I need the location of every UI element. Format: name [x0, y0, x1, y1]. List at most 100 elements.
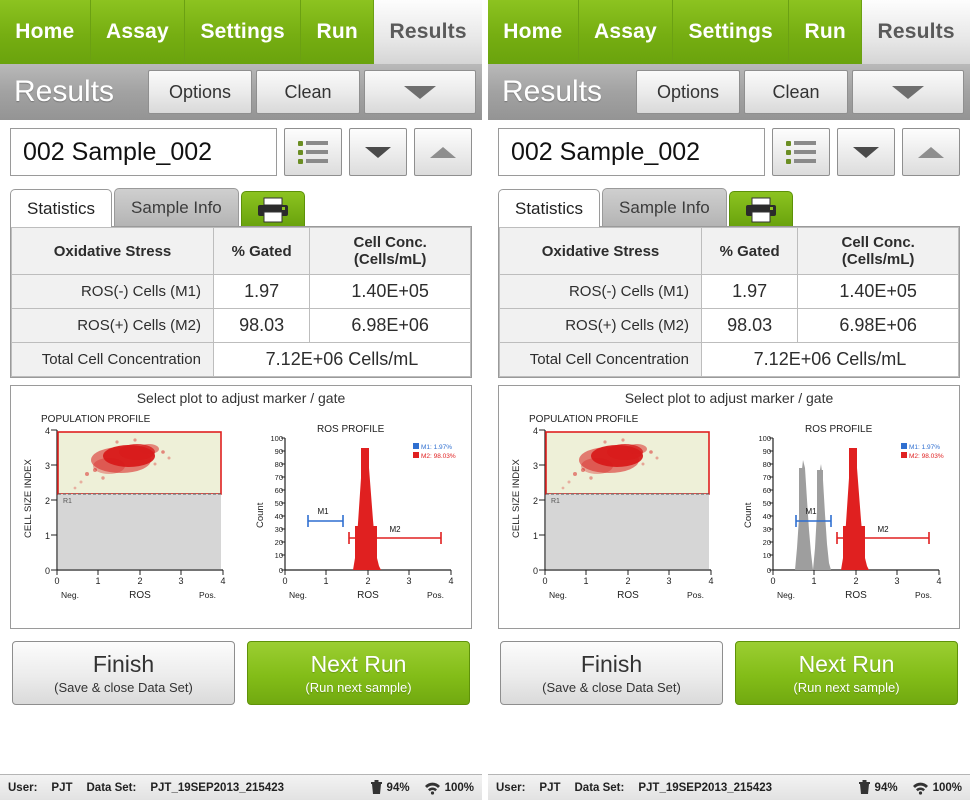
nav-item-results-2[interactable]: Results	[862, 0, 970, 64]
nav-item-run[interactable]: Run	[301, 0, 375, 64]
svg-text:POPULATION PROFILE: POPULATION PROFILE	[529, 414, 639, 425]
svg-text:0: 0	[770, 576, 775, 586]
options-label: Options	[168, 81, 232, 102]
finish-button[interactable]: Finish (Save & close Data Set)	[12, 641, 235, 705]
wifi-icon	[912, 782, 928, 795]
clean-label: Clean	[772, 81, 820, 102]
nav-item-assay[interactable]: Assay	[90, 0, 186, 64]
options-button[interactable]: Options	[148, 70, 252, 114]
table-row: ROS(-) Cells (M1) 1.97 1.40E+05	[11, 274, 471, 309]
svg-text:0: 0	[533, 566, 538, 576]
nav-label: Assay	[106, 20, 169, 43]
svg-text:1: 1	[45, 531, 50, 541]
sample-prev-button-2[interactable]	[837, 128, 895, 176]
trash-icon	[370, 780, 382, 794]
row-gated-m2: 98.03	[700, 308, 799, 343]
options-label: Options	[656, 81, 720, 102]
table-total-row: Total Cell Concentration 7.12E+06 Cells/…	[499, 342, 960, 377]
nav-label: Assay	[594, 20, 657, 43]
svg-text:ROS: ROS	[357, 590, 379, 601]
caret-up-icon	[918, 146, 944, 158]
tab-label: Sample Info	[619, 198, 710, 217]
finish-button-2[interactable]: Finish (Save & close Data Set)	[500, 641, 723, 705]
ros-profile-plot-2[interactable]: ROS PROFILE 100 90 80 70 60 50 40 30 20 …	[733, 408, 955, 613]
list-view-icon	[298, 140, 328, 164]
sample-prev-button[interactable]	[349, 128, 407, 176]
tab-statistics[interactable]: Statistics	[10, 189, 113, 227]
nav-item-run-2[interactable]: Run	[789, 0, 863, 64]
svg-text:ROS: ROS	[845, 590, 867, 601]
status-bar: User: PJT Data Set: PJT_19SEP2013_215423…	[0, 774, 482, 800]
waste-status: 94%	[370, 780, 410, 795]
next-run-button[interactable]: Next Run (Run next sample)	[247, 641, 470, 705]
nav-item-settings[interactable]: Settings	[185, 0, 302, 64]
more-menu-button-2[interactable]	[852, 70, 964, 114]
sample-name-field[interactable]: 002 Sample_002	[10, 128, 277, 176]
svg-text:4: 4	[533, 426, 538, 436]
sample-list-button[interactable]	[284, 128, 342, 176]
next-run-title: Next Run	[798, 651, 895, 677]
sample-list-button-2[interactable]	[772, 128, 830, 176]
nav-item-assay-2[interactable]: Assay	[578, 0, 674, 64]
svg-text:4: 4	[708, 576, 713, 586]
svg-text:M1: M1	[805, 507, 817, 516]
options-button-2[interactable]: Options	[636, 70, 740, 114]
finish-title: Finish	[92, 651, 155, 677]
page-title: Results	[14, 75, 115, 108]
caret-up-icon	[430, 146, 456, 158]
svg-text:0: 0	[542, 576, 547, 586]
page-title-2: Results	[502, 75, 603, 108]
next-run-sub: (Run next sample)	[305, 680, 412, 695]
tab-sample-info-2[interactable]: Sample Info	[602, 188, 727, 226]
ros-profile-plot[interactable]: ROS PROFILE 100 90 80 70 60 50 40 30 20 …	[245, 408, 467, 613]
col-gated: % Gated	[700, 227, 799, 275]
sample-name-field-2[interactable]: 002 Sample_002	[498, 128, 765, 176]
svg-text:Neg.: Neg.	[61, 590, 79, 600]
tab-label: Sample Info	[131, 198, 222, 217]
sample-next-button[interactable]	[414, 128, 472, 176]
svg-text:Pos.: Pos.	[427, 590, 444, 600]
svg-text:ROS PROFILE: ROS PROFILE	[805, 424, 873, 435]
nav-item-home-2[interactable]: Home	[488, 0, 579, 64]
page-titlebar: Results Options Clean	[0, 64, 482, 120]
row-conc-m2: 6.98E+06	[309, 308, 471, 343]
table-header-row: Oxidative Stress % Gated Cell Conc. (Cel…	[499, 227, 959, 275]
sample-next-button-2[interactable]	[902, 128, 960, 176]
population-profile-plot[interactable]: POPULATION PROFILE 4 3 2 1 0 0 1 2 3 4 N…	[17, 408, 239, 613]
more-menu-button[interactable]	[364, 70, 476, 114]
svg-text:M2: M2	[389, 525, 401, 534]
svg-text:4: 4	[220, 576, 225, 586]
svg-text:Count: Count	[255, 502, 266, 528]
tab-statistics-2[interactable]: Statistics	[498, 189, 601, 227]
nav-item-home[interactable]: Home	[0, 0, 91, 64]
svg-text:4: 4	[45, 426, 50, 436]
plots-row: POPULATION PROFILE 4 3 2 1 0 0 1 2 3 4 N…	[11, 408, 471, 613]
print-button-2[interactable]	[728, 191, 793, 226]
col-cell-conc: Cell Conc. (Cells/mL)	[797, 227, 959, 275]
trash-icon	[858, 780, 870, 794]
tab-sample-info[interactable]: Sample Info	[114, 188, 239, 226]
table-row: ROS(-) Cells (M1) 1.97 1.40E+05	[499, 274, 959, 309]
print-button[interactable]	[240, 191, 305, 226]
nav-label: Home	[503, 20, 563, 43]
svg-text:M2: 98.03%: M2: 98.03%	[421, 453, 456, 460]
svg-text:1: 1	[583, 576, 588, 586]
population-profile-plot-2[interactable]: POPULATION PROFILE 4 3 2 1 0 0 1 2 3 4 N…	[505, 408, 727, 613]
svg-text:M2: M2	[877, 525, 889, 534]
sample-selector-row: 002 Sample_002	[0, 120, 482, 182]
status-bar-2: User: PJT Data Set: PJT_19SEP2013_215423…	[488, 774, 970, 800]
next-run-button-2[interactable]: Next Run (Run next sample)	[735, 641, 958, 705]
table-row: ROS(+) Cells (M2) 98.03 6.98E+06	[499, 308, 959, 343]
svg-text:2: 2	[853, 576, 858, 586]
user-label: User:	[8, 781, 38, 794]
nav-item-settings-2[interactable]: Settings	[673, 0, 790, 64]
row-label-m2: ROS(+) Cells (M2)	[11, 308, 214, 343]
row-label-m1: ROS(-) Cells (M1)	[499, 274, 702, 309]
nav-item-results[interactable]: Results	[374, 0, 482, 64]
clean-button[interactable]: Clean	[256, 70, 360, 114]
dataset-label: Data Set:	[574, 781, 625, 794]
table-header-row: Oxidative Stress % Gated Cell Conc. (Cel…	[11, 227, 471, 275]
bottom-actions-2: Finish (Save & close Data Set) Next Run …	[488, 629, 970, 713]
scatter-title: POPULATION PROFILE	[41, 414, 151, 425]
clean-button-2[interactable]: Clean	[744, 70, 848, 114]
